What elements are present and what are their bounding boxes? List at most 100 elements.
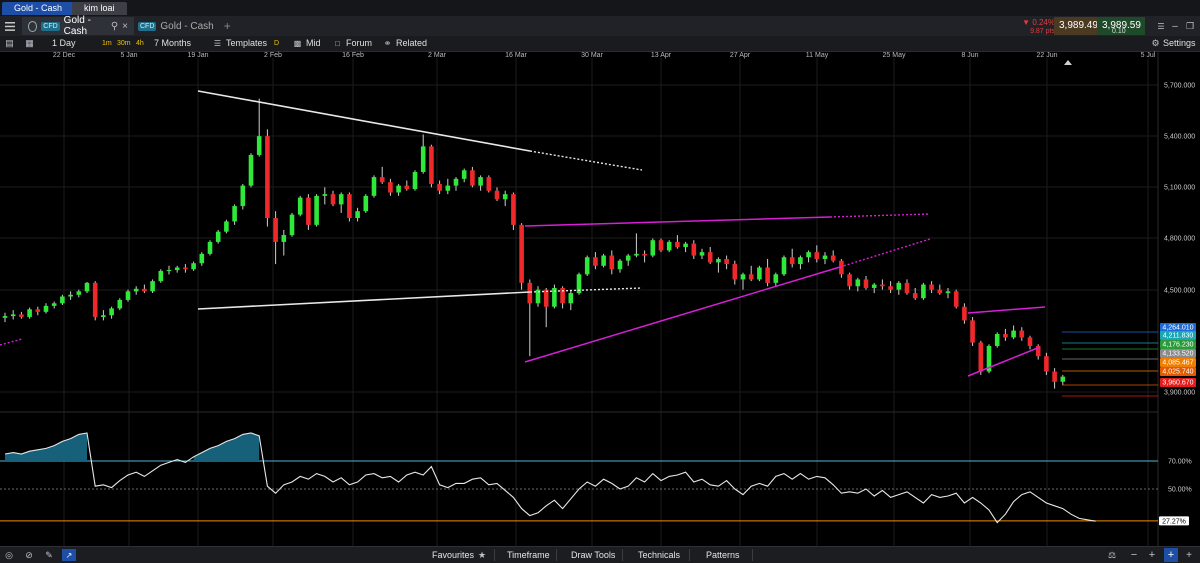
change-percent: 0.24% [1032,18,1055,27]
window-tab-gold-cash[interactable]: Gold - Cash [2,2,75,15]
candle-body [166,270,172,272]
y-tick-label: 5,700.000 [1164,83,1195,90]
calendar-icon[interactable]: ▦ [24,38,35,49]
candle-body [388,182,393,193]
candle-body [1060,376,1066,382]
y-tick-label: 4,500.000 [1164,288,1195,295]
patterns-button[interactable]: Patterns [706,547,740,563]
layout-icon[interactable]: ☰ [1156,18,1166,34]
candle-body [765,267,770,283]
forum-label: Forum [346,38,373,48]
settings-button[interactable]: Settings [1163,37,1196,50]
x-tick-label: 11 May [806,52,829,59]
x-tick-label: 27 Apr [730,52,751,59]
instrument-tab-active[interactable]: CFD Gold - Cash ⚲ × [22,15,134,37]
candle-body [355,211,360,219]
price-tag-label: 4,085.467 [1162,360,1193,367]
instrument-tab[interactable]: CFD Gold - Cash + [134,17,235,35]
osc-current-label: 27.27% [1162,519,1186,526]
scale-icon[interactable]: ⚖ [1106,549,1118,561]
zoom-in-icon[interactable]: + [1146,549,1158,561]
window-tab-bar: Gold - Cash kim loai [0,0,1200,16]
candle-body [748,274,754,280]
candle-body [437,183,442,191]
price-tag-label: 3,960.670 [1162,380,1193,387]
search-icon[interactable]: ⚲ [111,21,118,32]
candle-body [445,185,451,191]
candle-body [707,252,713,263]
window-tab-label: kim loai [84,3,115,13]
candle-body [568,293,574,304]
expand-icon[interactable]: + [1183,549,1195,561]
candle-body [798,257,803,265]
candle-body [994,334,1000,346]
star-icon[interactable]: ★ [476,549,488,561]
add-indicator-icon[interactable]: + [1164,548,1178,562]
interval-30m[interactable]: 30m [117,38,131,49]
candle-body [35,309,41,312]
candle-body [1044,356,1049,372]
related-button[interactable]: Related [396,37,427,50]
triangle-upper-line [197,90,531,152]
candle-body [43,305,49,312]
close-icon[interactable]: × [122,21,128,32]
y-tick-label: 3,900.000 [1164,390,1195,397]
crosshair-icon[interactable]: ◎ [3,549,15,561]
price-chart[interactable]: 22 Dec 5 Jan 19 Jan 2 Feb 16 Feb 2 Mar 16 Mar 3… [0,51,1200,546]
candle-body [1027,337,1033,346]
templates-button[interactable]: Templates [226,37,267,50]
price-mode-selector[interactable]: Mid [306,37,321,50]
candle-body [617,260,623,270]
patterns-label: Patterns [706,550,740,560]
interval-label: 4h [136,40,144,47]
bar-chart-icon: ▩ [293,39,302,48]
candle-body [273,218,278,242]
chart-list-icon[interactable]: ▤ [4,38,15,49]
technicals-button[interactable]: Technicals [638,547,680,563]
candlestick-series [2,98,1066,389]
zoom-out-icon[interactable]: − [1128,549,1140,561]
change-points: 9.87 pts [1030,28,1055,35]
menu-icon[interactable] [3,19,17,33]
range-selector[interactable]: 7 Months [154,37,191,50]
candle-body [675,241,680,248]
favourites-label: Favourites [432,550,475,560]
down-arrow-icon: ▼ [1022,18,1031,27]
restore-icon[interactable]: ❐ [1184,18,1196,34]
related-label: Related [396,38,428,48]
candle-body [699,252,705,256]
candle-body [650,240,656,256]
candle-body [84,282,90,292]
templates-label: Templates [226,38,268,48]
candle-body [666,241,672,251]
draw-tools-button[interactable]: Draw Tools [571,547,615,563]
pencil-icon[interactable]: ✎ [43,549,55,561]
period-selector[interactable]: 1 Day [52,37,76,50]
minimize-icon[interactable]: – [1170,18,1180,34]
triangle-upper-extension [529,150,643,171]
bottom-toolbar: ◎ ⊘ ✎ ↗ Favourites ★ Timeframe Draw Tool… [0,546,1200,563]
separator [494,549,495,561]
interval-4h[interactable]: 4h [136,38,144,49]
candle-body [478,177,483,186]
candle-body [2,316,8,318]
sell-price-button[interactable]: 3,989.49 [1054,17,1102,35]
candle-body [511,194,516,225]
candle-body [199,253,205,264]
trendline-tool-icon[interactable]: ↗ [62,549,76,561]
favourites-button[interactable]: Favourites [432,547,474,563]
interval-1m[interactable]: 1m [102,38,112,49]
candle-body [888,286,893,290]
window-tab-kim-loai[interactable]: kim loai [72,2,127,15]
forum-button[interactable]: Forum [346,37,372,50]
candle-body [60,296,65,304]
no-draw-icon[interactable]: ⊘ [23,549,35,561]
candle-body [953,291,959,307]
candle-body [863,279,869,288]
add-tab-icon[interactable]: + [224,19,231,33]
chart-area[interactable]: 22 Dec 5 Jan 19 Jan 2 Feb 16 Feb 2 Mar 16 Mar 3… [0,51,1200,546]
candle-body [757,267,762,280]
interval-d[interactable]: D [274,38,279,49]
timeframe-button[interactable]: Timeframe [507,547,550,563]
osc-line [4,432,1096,524]
